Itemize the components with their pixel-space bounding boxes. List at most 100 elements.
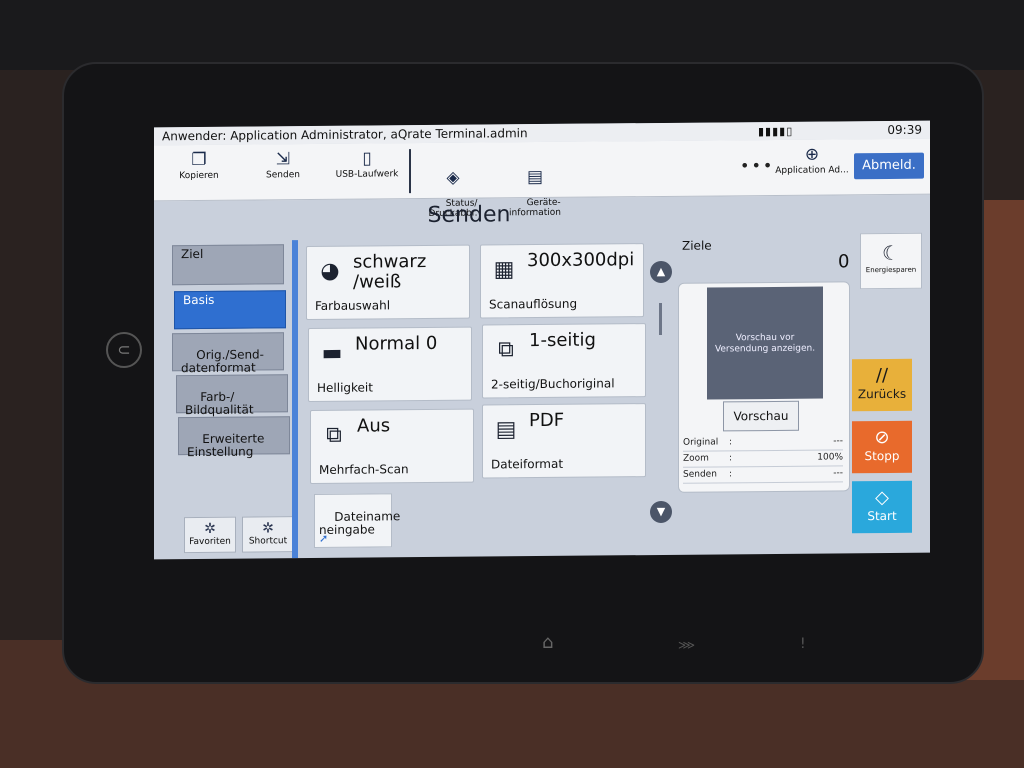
toolbar-usb-label: USB-Laufwerk [335, 169, 399, 180]
tab-orig-send-format[interactable]: Orig./Send- datenformat [172, 332, 284, 375]
tab-ziel-label: Ziel [181, 246, 204, 262]
brightness-tile[interactable]: ▬ Normal 0 Helligkeit [308, 326, 472, 403]
shortcut-gear-icon: ✲ [262, 520, 274, 537]
info-value: 100% [817, 452, 843, 463]
shortcut-button[interactable]: ✲ Shortcut [242, 516, 294, 553]
brightness-label: Helligkeit [317, 380, 373, 395]
multi-scan-value: Aus [357, 415, 391, 437]
more-menu-button[interactable]: ••• [740, 156, 774, 175]
device-info-icon: ▤ [526, 166, 544, 188]
info-row-send: Senden : --- [683, 468, 843, 484]
multi-scan-tile[interactable]: ⧉ Aus Mehrfach-Scan [310, 408, 474, 485]
file-format-label: Dateiformat [491, 456, 564, 472]
info-colon: : [729, 437, 733, 448]
toolbar-send-button[interactable]: ⇲ Senden [248, 148, 318, 181]
stop-button[interactable]: ⊘ Stopp [852, 420, 912, 474]
tab-basis-label: Basis [183, 292, 215, 308]
start-label: Start [867, 508, 897, 524]
preview-button[interactable]: Vorschau [723, 400, 799, 432]
tab-advanced-label: Erweiterte Einstellung [187, 431, 265, 460]
resolution-value: 300x300dpi [527, 249, 635, 272]
favorites-button[interactable]: ✲ Favoriten [184, 516, 236, 554]
info-value: --- [833, 468, 843, 479]
duplex-tile[interactable]: ⧉ 1-seitig 2-seitig/Buchoriginal [482, 323, 646, 399]
menu-key-icon[interactable]: ⋙ [678, 638, 695, 652]
info-row-zoom: Zoom : 100% [683, 452, 843, 468]
info-value: --- [833, 436, 843, 447]
toolbar-copy-button[interactable]: ❐ Kopieren [164, 149, 234, 182]
tab-ziel[interactable]: Ziel [172, 244, 284, 286]
filename-entry-tile[interactable]: Dateiname neingabe ➚ [314, 493, 400, 548]
toolbar-send-label: Senden [266, 170, 300, 181]
tab-orig-label: Orig./Send- datenformat [181, 347, 265, 376]
preview-placeholder: Vorschau vor Versendung anzeigen. [707, 286, 823, 400]
arrow-icon: ➚ [319, 531, 329, 545]
info-colon: : [729, 453, 733, 464]
copy-icon: ❐ [191, 149, 207, 171]
moon-icon: ☾ [882, 240, 900, 266]
info-key: Zoom [683, 453, 709, 464]
nfc-reader-icon: ⊂ [106, 332, 142, 368]
energy-save-label: Energiesparen [865, 265, 917, 275]
color-mode-tile[interactable]: ◕ schwarz /weiß Farbauswahl [306, 244, 470, 321]
reset-icon: // [875, 364, 889, 387]
touch-screen: Anwender: Application Administrator, aQr… [154, 120, 930, 560]
start-button[interactable]: ◇ Start [852, 480, 912, 534]
toolbar-copy-label: Kopieren [179, 170, 219, 182]
filename-entry-label: Dateiname neingabe [319, 509, 401, 537]
tab-basis[interactable]: Basis [174, 290, 286, 330]
tab-advanced-settings[interactable]: Erweiterte Einstellung [178, 416, 290, 459]
top-toolbar: ❐ Kopieren ⇲ Senden ▯ USB-Laufwerk ◈ Sta… [154, 138, 930, 219]
duplex-value: 1-seitig [529, 329, 596, 352]
info-key: Original [683, 437, 719, 448]
info-key-icon[interactable]: ! [800, 636, 806, 652]
preview-panel: Vorschau vor Versendung anzeigen. Vorsch… [678, 281, 850, 493]
color-mode-icon: ◕ [320, 258, 340, 284]
duplex-label: 2-seitig/Buchoriginal [491, 376, 615, 392]
destinations-count: 0 [838, 251, 850, 273]
favorites-gear-icon: ✲ [204, 520, 216, 537]
home-key-icon[interactable]: ⌂ [542, 632, 553, 653]
info-colon: : [729, 469, 733, 480]
duplex-icon: ⧉ [498, 337, 514, 363]
color-mode-label: Farbauswahl [315, 298, 391, 313]
tab-color-label: Farb-/ Bildqualität [185, 389, 254, 418]
scroll-down-button[interactable]: ▼ [650, 500, 672, 524]
energy-save-button[interactable]: ☾ Energiesparen [860, 232, 922, 290]
info-row-original: Original : --- [683, 436, 843, 452]
user-info: Anwender: Application Administrator, aQr… [162, 126, 528, 144]
multi-scan-icon: ⧉ [326, 422, 342, 448]
shortcut-label: Shortcut [248, 536, 288, 547]
stop-icon: ⊘ [874, 426, 890, 449]
scroll-up-button[interactable]: ▲ [650, 260, 672, 284]
globe-icon: ⊕ [804, 144, 820, 165]
color-mode-value: schwarz /weiß [353, 251, 427, 293]
favorites-label: Favoriten [189, 536, 231, 548]
logout-button[interactable]: Abmeld. [854, 152, 924, 180]
usb-icon: ▯ [362, 148, 372, 169]
multi-scan-label: Mehrfach-Scan [319, 462, 409, 477]
resolution-tile[interactable]: ▦ 300x300dpi Scanauflösung [480, 243, 644, 319]
brightness-value: Normal 0 [355, 332, 438, 355]
clock: 09:39 [887, 122, 922, 137]
file-format-tile[interactable]: ▤ PDF Dateiformat [482, 403, 646, 479]
toolbar-usb-button[interactable]: ▯ USB-Laufwerk [332, 147, 402, 180]
tab-divider [292, 240, 298, 559]
tab-color-quality[interactable]: Farb-/ Bildqualität [176, 374, 288, 417]
reset-label: Zurücks [857, 386, 907, 402]
stop-label: Stopp [864, 448, 900, 464]
file-format-value: PDF [529, 409, 565, 432]
send-icon: ⇲ [275, 149, 291, 170]
toner-status-icon: ▮▮▮▮▯ [758, 124, 794, 139]
status-icon: ◈ [446, 167, 460, 188]
pdf-icon: ▤ [495, 417, 517, 443]
destinations-label: Ziele [682, 238, 712, 253]
reset-button[interactable]: // Zurücks [852, 358, 912, 412]
brightness-icon: ▬ [321, 340, 343, 366]
scrollbar-thumb[interactable] [659, 302, 662, 335]
toolbar-separator [409, 149, 411, 194]
start-icon: ◇ [875, 486, 889, 509]
application-button[interactable]: ⊕ Application Ad... [772, 143, 852, 176]
resolution-icon: ▦ [493, 257, 515, 283]
background-wall [0, 0, 1024, 70]
